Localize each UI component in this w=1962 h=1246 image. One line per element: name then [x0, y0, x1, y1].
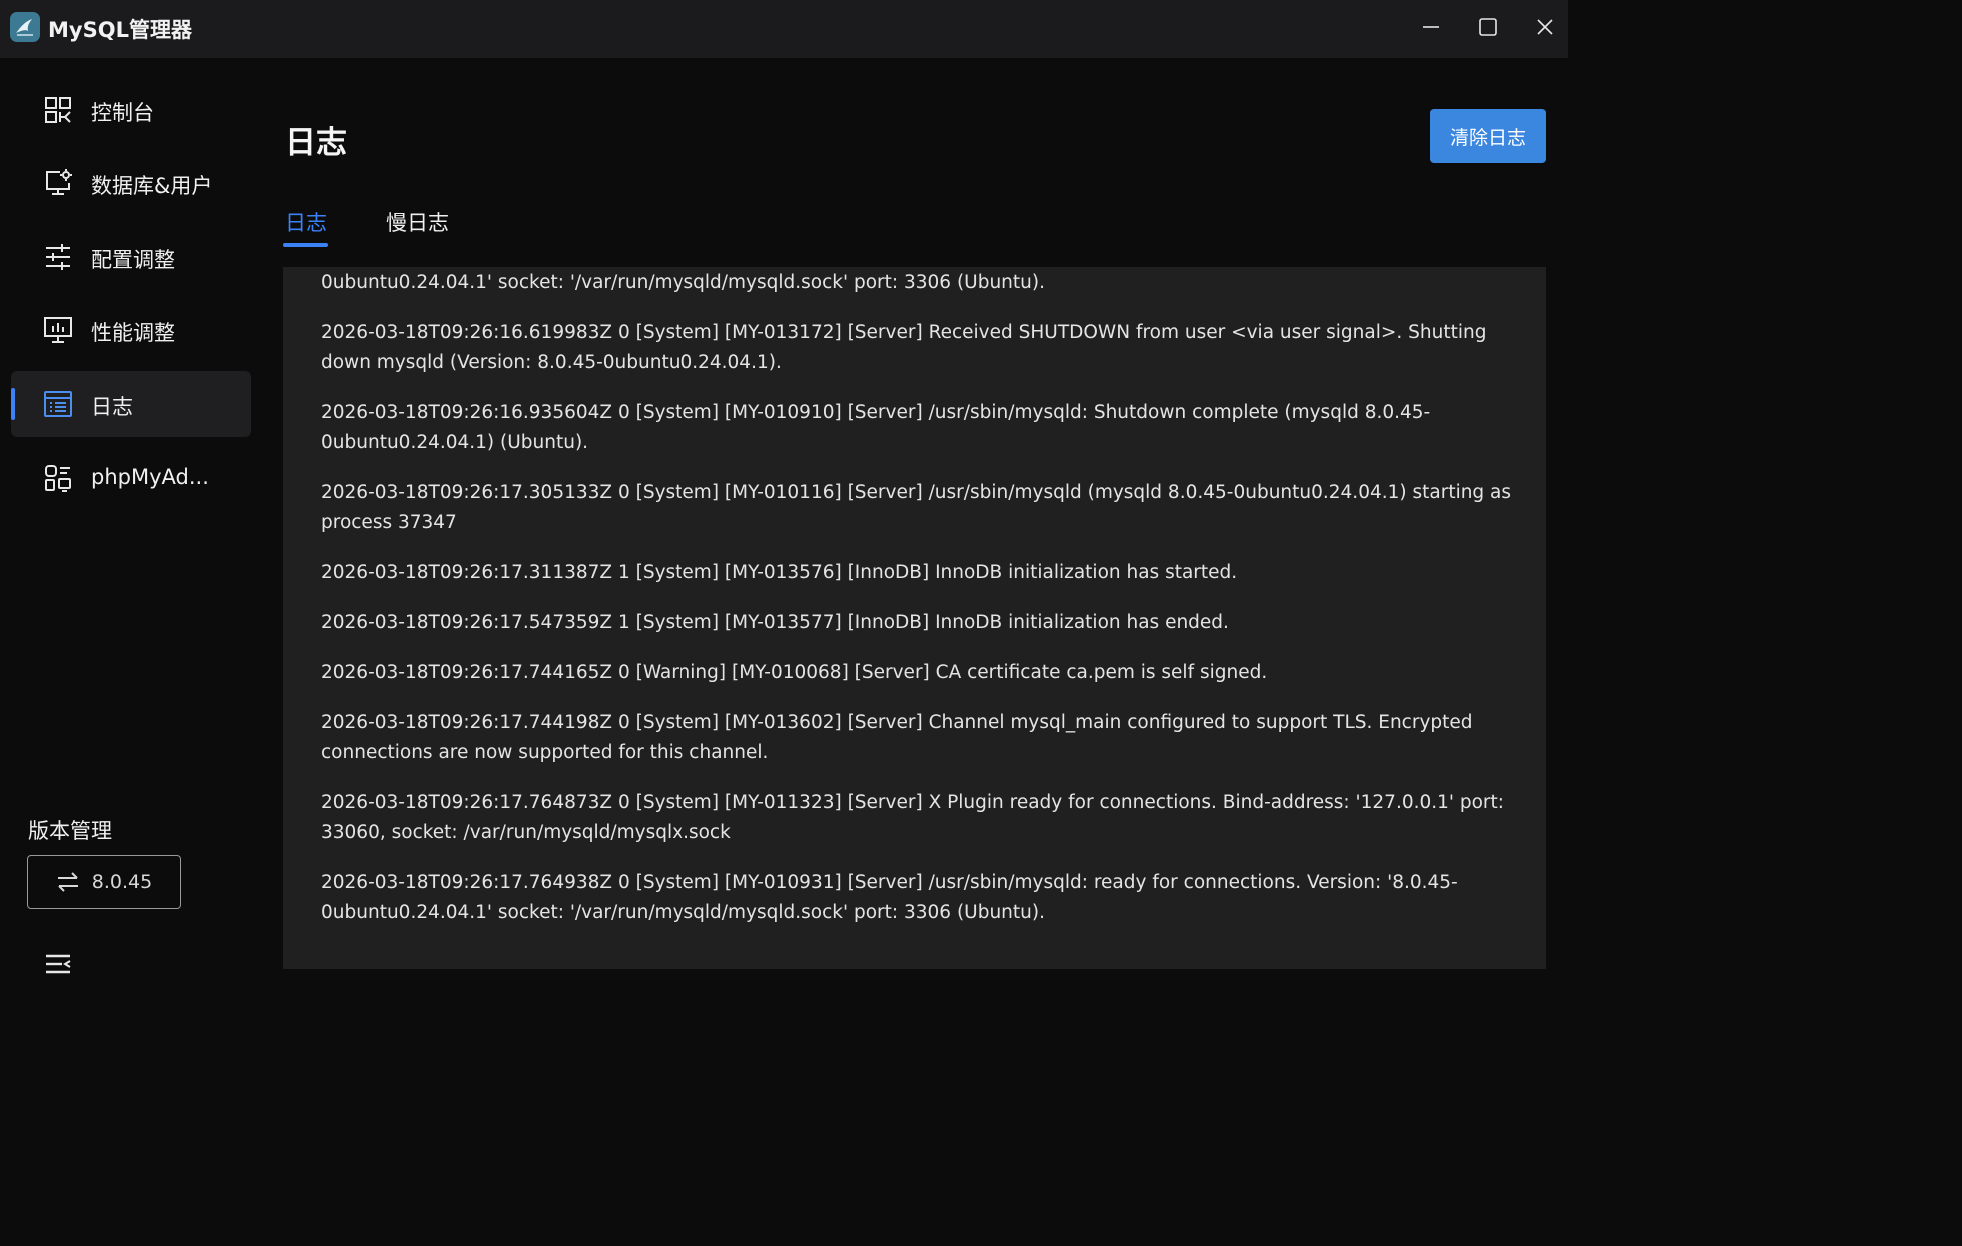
log-line: 2026-03-18T09:26:16.935604Z 0 [System] […	[321, 402, 1431, 453]
log-line: 2026-03-18T09:26:17.744165Z 0 [Warning] …	[321, 662, 1268, 683]
sidebar-item-performance[interactable]: 性能调整	[11, 297, 251, 363]
log-line: 2026-03-18T09:26:17.764873Z 0 [System] […	[321, 792, 1505, 843]
log-line: 2026-03-18T09:26:17.744198Z 0 [System] […	[321, 712, 1473, 763]
sidebar-item-dashboard[interactable]: 控制台	[11, 77, 251, 143]
app-title: MySQL管理器	[48, 18, 192, 42]
log-line: 0ubuntu0.24.04.1' socket: '/var/run/mysq…	[321, 272, 1045, 293]
performance-monitor-icon	[43, 315, 73, 345]
version-switch-button[interactable]: 8.0.45	[27, 855, 181, 909]
tab-logs[interactable]: 日志	[285, 207, 327, 237]
dashboard-icon	[43, 95, 73, 125]
close-icon	[1537, 19, 1553, 35]
log-list-icon	[43, 389, 73, 419]
maximize-button[interactable]	[1471, 12, 1505, 42]
log-viewer[interactable]: 0ubuntu0.24.04.1' socket: '/var/run/mysq…	[283, 267, 1546, 969]
sidebar: 控制台 数据库&用户 配置调整 性能调整 日志 phpMyAd... 版本管理 …	[0, 58, 262, 996]
minimize-button[interactable]	[1414, 12, 1448, 42]
page-title: 日志	[285, 125, 347, 161]
collapse-menu-icon	[46, 954, 71, 974]
sidebar-item-databases-users[interactable]: 数据库&用户	[11, 150, 251, 216]
log-line: 2026-03-18T09:26:17.311387Z 1 [System] […	[321, 562, 1238, 583]
sidebar-item-label: 数据库&用户	[91, 174, 213, 198]
sliders-icon	[43, 242, 73, 272]
log-list: 0ubuntu0.24.04.1' socket: '/var/run/mysq…	[321, 267, 1521, 948]
sidebar-item-label: 性能调整	[91, 321, 175, 345]
sidebar-item-config[interactable]: 配置调整	[11, 224, 251, 290]
sidebar-item-phpmyadmin[interactable]: phpMyAd...	[11, 445, 251, 511]
log-line: 2026-03-18T09:26:16.619983Z 0 [System] […	[321, 322, 1487, 373]
sidebar-item-logs[interactable]: 日志	[11, 371, 251, 437]
phpmyadmin-icon	[43, 463, 73, 493]
active-tab-indicator	[283, 243, 328, 247]
sidebar-item-label: 日志	[91, 395, 133, 419]
monitor-settings-icon	[43, 168, 73, 198]
version-value: 8.0.45	[91, 871, 153, 893]
sidebar-item-label: phpMyAd...	[91, 465, 209, 489]
tab-slow-logs[interactable]: 慢日志	[386, 207, 449, 237]
version-section-title: 版本管理	[28, 819, 112, 843]
close-button[interactable]	[1528, 12, 1562, 42]
log-line: 2026-03-18T09:26:17.547359Z 1 [System] […	[321, 612, 1229, 633]
mysql-dolphin-icon	[10, 12, 40, 42]
clear-logs-button[interactable]: 清除日志	[1430, 109, 1546, 163]
log-line: 2026-03-18T09:26:17.305133Z 0 [System] […	[321, 482, 1512, 533]
sidebar-item-label: 控制台	[91, 101, 154, 125]
title-bar: MySQL管理器	[0, 0, 1568, 58]
log-line: 2026-03-18T09:26:17.764938Z 0 [System] […	[321, 872, 1458, 923]
maximize-icon	[1479, 18, 1497, 36]
sidebar-item-label: 配置调整	[91, 248, 175, 272]
swap-arrows-icon	[56, 872, 80, 892]
collapse-menu-button[interactable]	[43, 951, 73, 977]
minimize-icon	[1423, 26, 1439, 28]
